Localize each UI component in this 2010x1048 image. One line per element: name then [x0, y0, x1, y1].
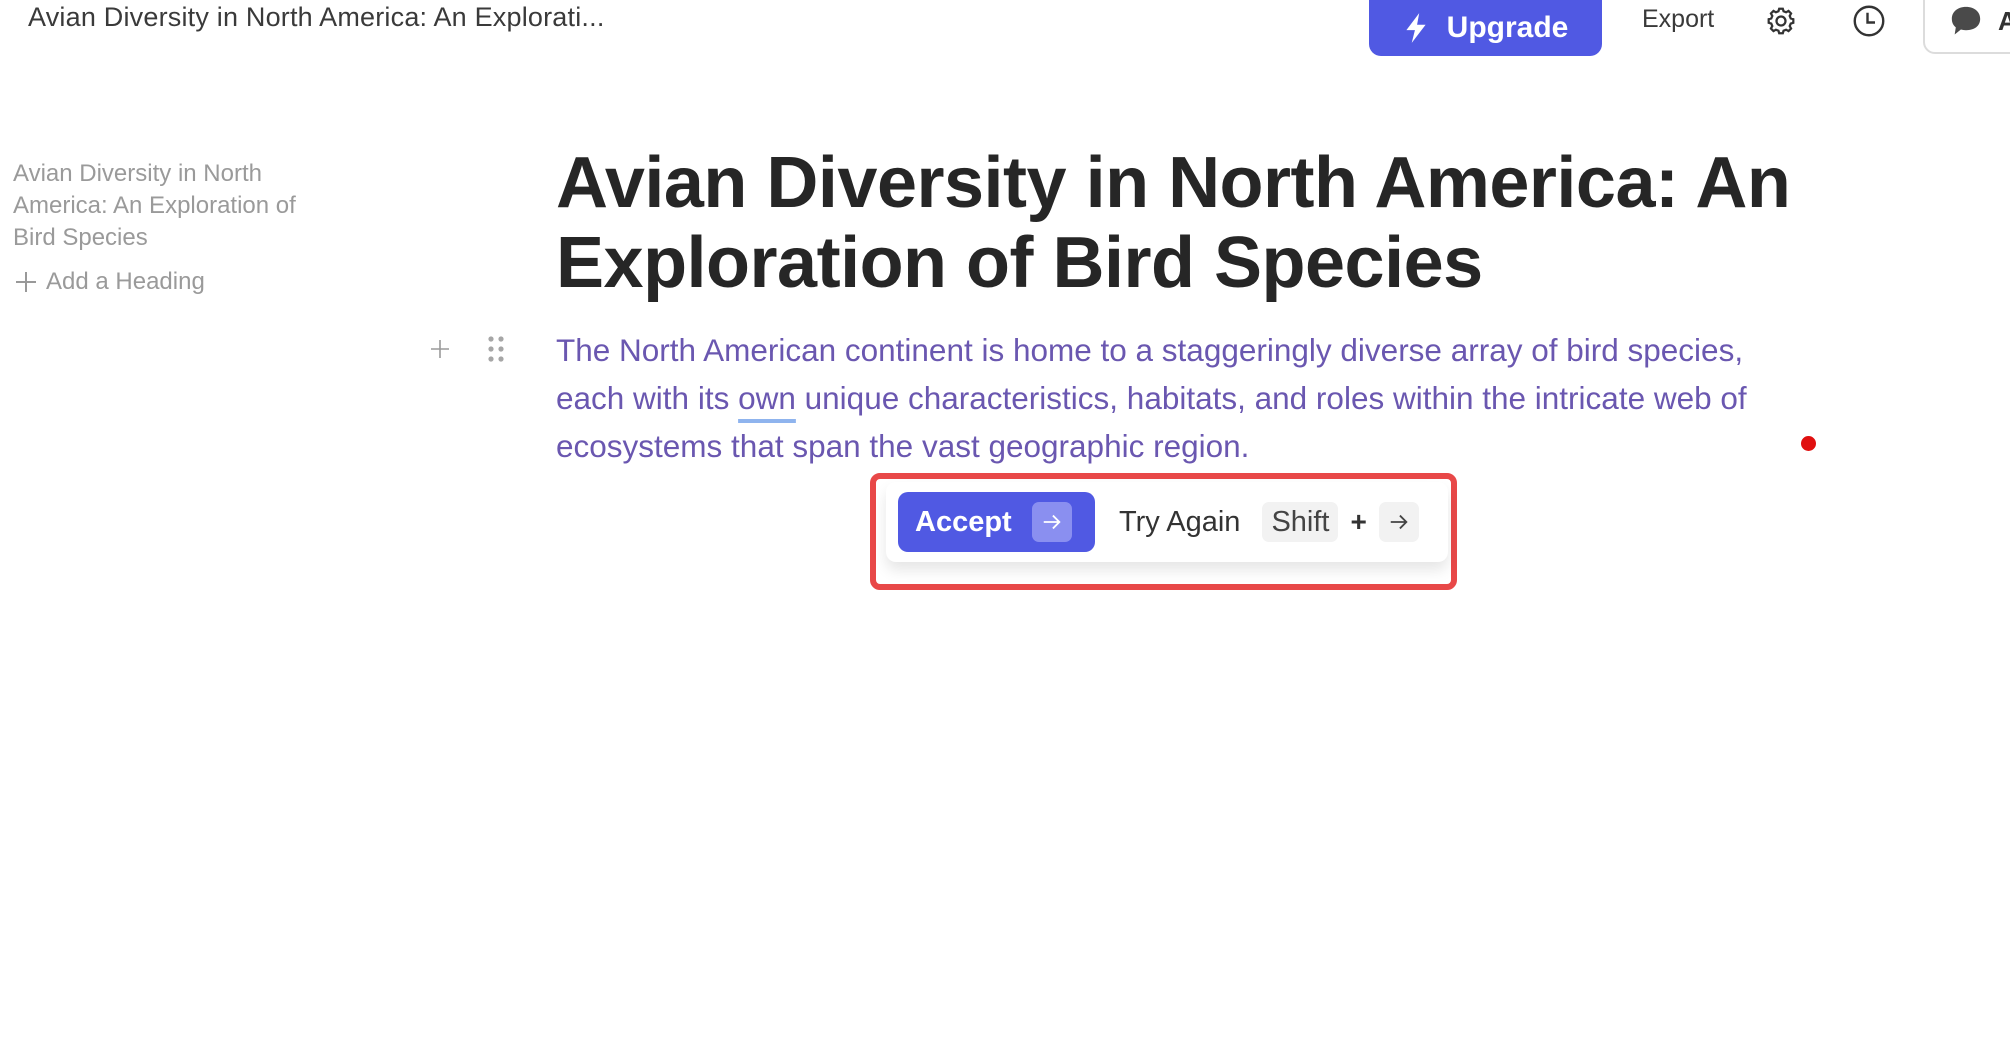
spellcheck-underlined-word[interactable]: own: [738, 380, 796, 416]
export-button[interactable]: Export: [1636, 4, 1720, 35]
shortcut-plus: +: [1350, 506, 1367, 537]
upgrade-button[interactable]: Upgrade: [1369, 0, 1602, 56]
clock-icon[interactable]: [1851, 3, 1887, 39]
accept-shortcut-key: [1031, 502, 1072, 542]
try-again-button[interactable]: Try Again: [1119, 506, 1240, 539]
gear-icon[interactable]: [1763, 3, 1799, 39]
drag-handle-icon[interactable]: [487, 335, 505, 363]
outline-item-title[interactable]: Avian Diversity in North America: An Exp…: [13, 158, 333, 254]
accept-button[interactable]: Accept: [898, 492, 1095, 552]
add-heading-button[interactable]: Add a Heading: [14, 268, 205, 296]
arrow-key-hint: [1378, 502, 1419, 542]
arrow-right-icon: [1043, 514, 1061, 530]
add-block-icon[interactable]: [428, 337, 452, 361]
shift-key-hint: Shift: [1262, 502, 1339, 542]
cursor-marker-dot: [1801, 436, 1816, 451]
ai-suggestion-popup: Accept Try Again Shift +: [886, 482, 1448, 562]
add-heading-label: Add a Heading: [46, 268, 205, 295]
lightning-icon: [1406, 12, 1426, 43]
plus-icon: [16, 272, 36, 292]
arrow-right-icon: [1390, 514, 1408, 530]
comment-panel-label: A: [1998, 6, 2010, 36]
document-title-tab[interactable]: Avian Diversity in North America: An Exp…: [28, 2, 605, 33]
comment-icon: [1951, 6, 1981, 35]
suggested-paragraph[interactable]: The North American continent is home to …: [556, 326, 1806, 470]
accept-label: Accept: [915, 505, 1012, 538]
upgrade-label: Upgrade: [1446, 10, 1569, 44]
document-heading[interactable]: Avian Diversity in North America: An Exp…: [556, 143, 1856, 303]
